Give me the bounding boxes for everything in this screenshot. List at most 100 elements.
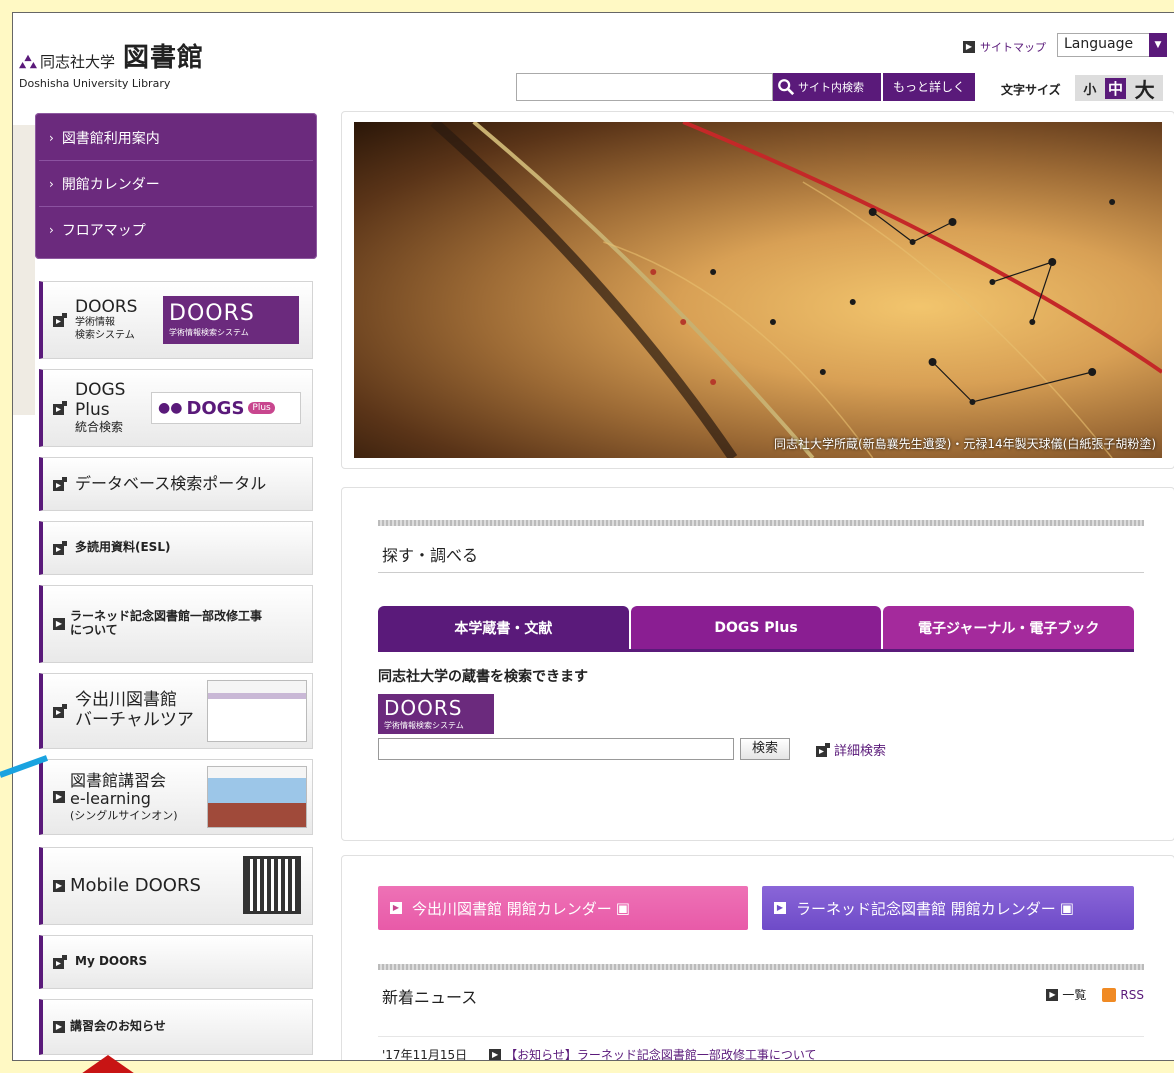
external-link-icon xyxy=(53,401,67,415)
doors-banner-sub1: 学術情報 xyxy=(75,317,115,329)
elearning-thumbnail xyxy=(207,766,307,828)
advanced-search-label: 詳細検索 xyxy=(834,744,887,759)
doors-logo: DOORS 学術情報検索システム xyxy=(163,296,299,344)
library-name: 図書館 xyxy=(123,43,205,73)
search-panel-title: 探す・調べる xyxy=(382,546,479,565)
dogs-mascot-icon: ●● xyxy=(158,400,183,416)
doors-banner[interactable]: DOORS 学術情報 検索システム DOORS 学術情報検索システム xyxy=(39,281,313,359)
renovation-banner[interactable]: ▶ ラーネッド記念図書館一部改修工事 について xyxy=(39,585,313,663)
font-size-switcher: 小 中 大 xyxy=(1075,74,1163,103)
sitemap-link[interactable]: ▶ サイトマップ xyxy=(963,39,1046,55)
news-title: 新着ニュース xyxy=(382,988,478,1007)
chevron-right-icon: › xyxy=(49,130,54,145)
search-description: 同志社大学の蔵書を検索できます xyxy=(378,669,588,685)
virtual-tour-banner[interactable]: 今出川図書館 バーチャルツア xyxy=(39,673,313,749)
arrow-right-icon: ▶ xyxy=(53,1021,65,1033)
database-portal-banner[interactable]: データベース検索ポータル xyxy=(39,457,313,511)
doors-logo-text: DOORS xyxy=(384,695,463,720)
external-link-icon xyxy=(53,955,67,969)
seminar-label: 講習会のお知らせ xyxy=(70,1019,166,1034)
arrow-right-icon: ▶ xyxy=(489,1048,502,1060)
font-size-large-button[interactable]: 大 xyxy=(1135,74,1155,103)
elearning-banner[interactable]: ▶ 図書館講習会 e-learning (シングルサインオン) xyxy=(39,759,313,835)
university-name: 同志社大学 xyxy=(40,53,116,71)
external-link-icon xyxy=(53,704,67,718)
font-size-small-button[interactable]: 小 xyxy=(1083,79,1096,98)
elearning-label-2: e-learning xyxy=(70,789,151,809)
tour-label-2: バーチャルツア xyxy=(75,710,194,730)
renovation-label-1: ラーネッド記念図書館一部改修工事 xyxy=(70,609,263,624)
pdf-icon: ▣ xyxy=(615,899,630,917)
news-panel: ▶ 今出川図書館 開館カレンダー ▣ ▶ ラーネッド記念図書館 開館カレンダー … xyxy=(341,855,1174,1061)
language-label: Language xyxy=(1064,36,1134,52)
tab-dogs-plus[interactable]: DOGS Plus xyxy=(630,606,882,649)
doors-logo-sub: 学術情報検索システム xyxy=(169,327,249,337)
external-link-icon xyxy=(816,742,830,757)
doors-search-button[interactable]: 検索 xyxy=(740,738,790,760)
rss-icon[interactable] xyxy=(1102,987,1117,1002)
celestial-globe-illustration xyxy=(430,122,1162,458)
doors-logo: DOORS 学術情報検索システム xyxy=(378,694,494,734)
tour-label-1: 今出川図書館 xyxy=(75,690,177,711)
external-link-icon xyxy=(53,541,67,555)
esl-banner[interactable]: 多読用資料(ESL) xyxy=(39,521,313,575)
advanced-site-search-button[interactable]: もっと詳しく xyxy=(883,73,975,101)
doors-search-input[interactable] xyxy=(378,738,734,760)
chevron-down-icon: ▼ xyxy=(1149,33,1167,57)
database-portal-label: データベース検索ポータル xyxy=(75,473,267,493)
panel-rule xyxy=(378,520,1144,526)
panel-divider xyxy=(378,1036,1144,1037)
hero-frame: 同志社大学所蔵(新島襄先生遺愛)・元禄14年製天球儀(白紙張子胡粉塗) xyxy=(341,111,1174,469)
virtual-tour-thumbnail xyxy=(207,680,307,742)
dogs-logo-plus: Plus xyxy=(248,402,275,414)
imadegawa-calendar-button[interactable]: ▶ 今出川図書館 開館カレンダー ▣ xyxy=(378,886,748,930)
dogs-banner-title: DOGS xyxy=(75,379,126,400)
rss-link[interactable]: RSS xyxy=(1120,988,1144,1002)
tab-ejournals[interactable]: 電子ジャーナル・電子ブック xyxy=(883,606,1135,649)
advanced-search-link[interactable]: 詳細検索 xyxy=(816,740,886,759)
library-logo[interactable]: 同志社大学 図書館 Doshisha University Library xyxy=(19,37,204,90)
arrow-right-icon: ▶ xyxy=(390,902,402,914)
renovation-label-2: について xyxy=(70,623,118,637)
hero-image: 同志社大学所蔵(新島襄先生遺愛)・元禄14年製天球儀(白紙張子胡粉塗) xyxy=(354,122,1162,458)
pdf-icon: ▣ xyxy=(1059,899,1074,917)
sidebar-item-calendar[interactable]: › 開館カレンダー xyxy=(39,161,313,207)
dogs-banner-title-plus: Plus xyxy=(75,399,110,420)
search-tabs: 本学蔵書・文献 DOGS Plus 電子ジャーナル・電子ブック xyxy=(378,606,1135,652)
site-search-button[interactable]: サイト内検索 xyxy=(773,73,881,101)
dogs-banner-sub: 統合検索 xyxy=(75,420,124,435)
hero-caption: 同志社大学所蔵(新島襄先生遺愛)・元禄14年製天球儀(白紙張子胡粉塗) xyxy=(774,437,1156,451)
elearning-label-1: 図書館講習会 xyxy=(70,770,167,790)
language-select[interactable]: Language ▼ xyxy=(1057,33,1167,57)
qr-code-icon xyxy=(243,856,301,914)
news-item[interactable]: '17年11月15日 ▶ 【お知らせ】ラーネッド記念図書館一部改修工事について xyxy=(382,1046,817,1061)
dogs-logo-text: DOGS xyxy=(186,397,245,419)
news-item-title[interactable]: 【お知らせ】ラーネッド記念図書館一部改修工事について xyxy=(505,1046,816,1060)
learned-calendar-label: ラーネッド記念図書館 開館カレンダー xyxy=(796,899,1056,918)
sidebar-item-floormap[interactable]: › フロアマップ xyxy=(39,207,313,253)
sidebar-item-label: 図書館利用案内 xyxy=(61,130,160,147)
panel-rule xyxy=(378,964,1144,970)
sidebar-nav: › 図書館利用案内 › 開館カレンダー › フロアマップ xyxy=(35,113,317,259)
page: 同志社大学 図書館 Doshisha University Library ▶ … xyxy=(12,12,1174,1061)
learned-calendar-button[interactable]: ▶ ラーネッド記念図書館 開館カレンダー ▣ xyxy=(762,886,1134,930)
mobile-doors-banner[interactable]: ▶ Mobile DOORS xyxy=(39,847,313,925)
doors-logo-sub: 学術情報検索システム xyxy=(384,720,464,730)
font-size-medium-button[interactable]: 中 xyxy=(1105,77,1127,99)
panel-divider xyxy=(378,572,1144,573)
arrow-right-icon: ▶ xyxy=(53,791,65,803)
news-list-link[interactable]: 一覧 xyxy=(1062,986,1086,1003)
my-doors-banner[interactable]: My DOORS xyxy=(39,935,313,989)
sidebar-item-guide[interactable]: › 図書館利用案内 xyxy=(39,115,313,161)
doors-logo-text: DOORS xyxy=(169,300,255,326)
news-date: '17年11月15日 xyxy=(382,1048,468,1061)
external-link-icon xyxy=(53,313,67,327)
my-doors-label: My DOORS xyxy=(75,954,148,969)
site-search-input[interactable] xyxy=(516,73,773,101)
dogs-plus-logo: ●● DOGS Plus xyxy=(151,392,301,424)
arrow-right-icon: ▶ xyxy=(53,618,65,630)
tab-library-holdings[interactable]: 本学蔵書・文献 xyxy=(378,606,629,649)
imadegawa-calendar-label: 今出川図書館 開館カレンダー xyxy=(412,899,612,918)
dogs-plus-banner[interactable]: DOGS Plus 統合検索 ●● DOGS Plus xyxy=(39,369,313,447)
seminar-banner[interactable]: ▶ 講習会のお知らせ xyxy=(39,999,313,1055)
